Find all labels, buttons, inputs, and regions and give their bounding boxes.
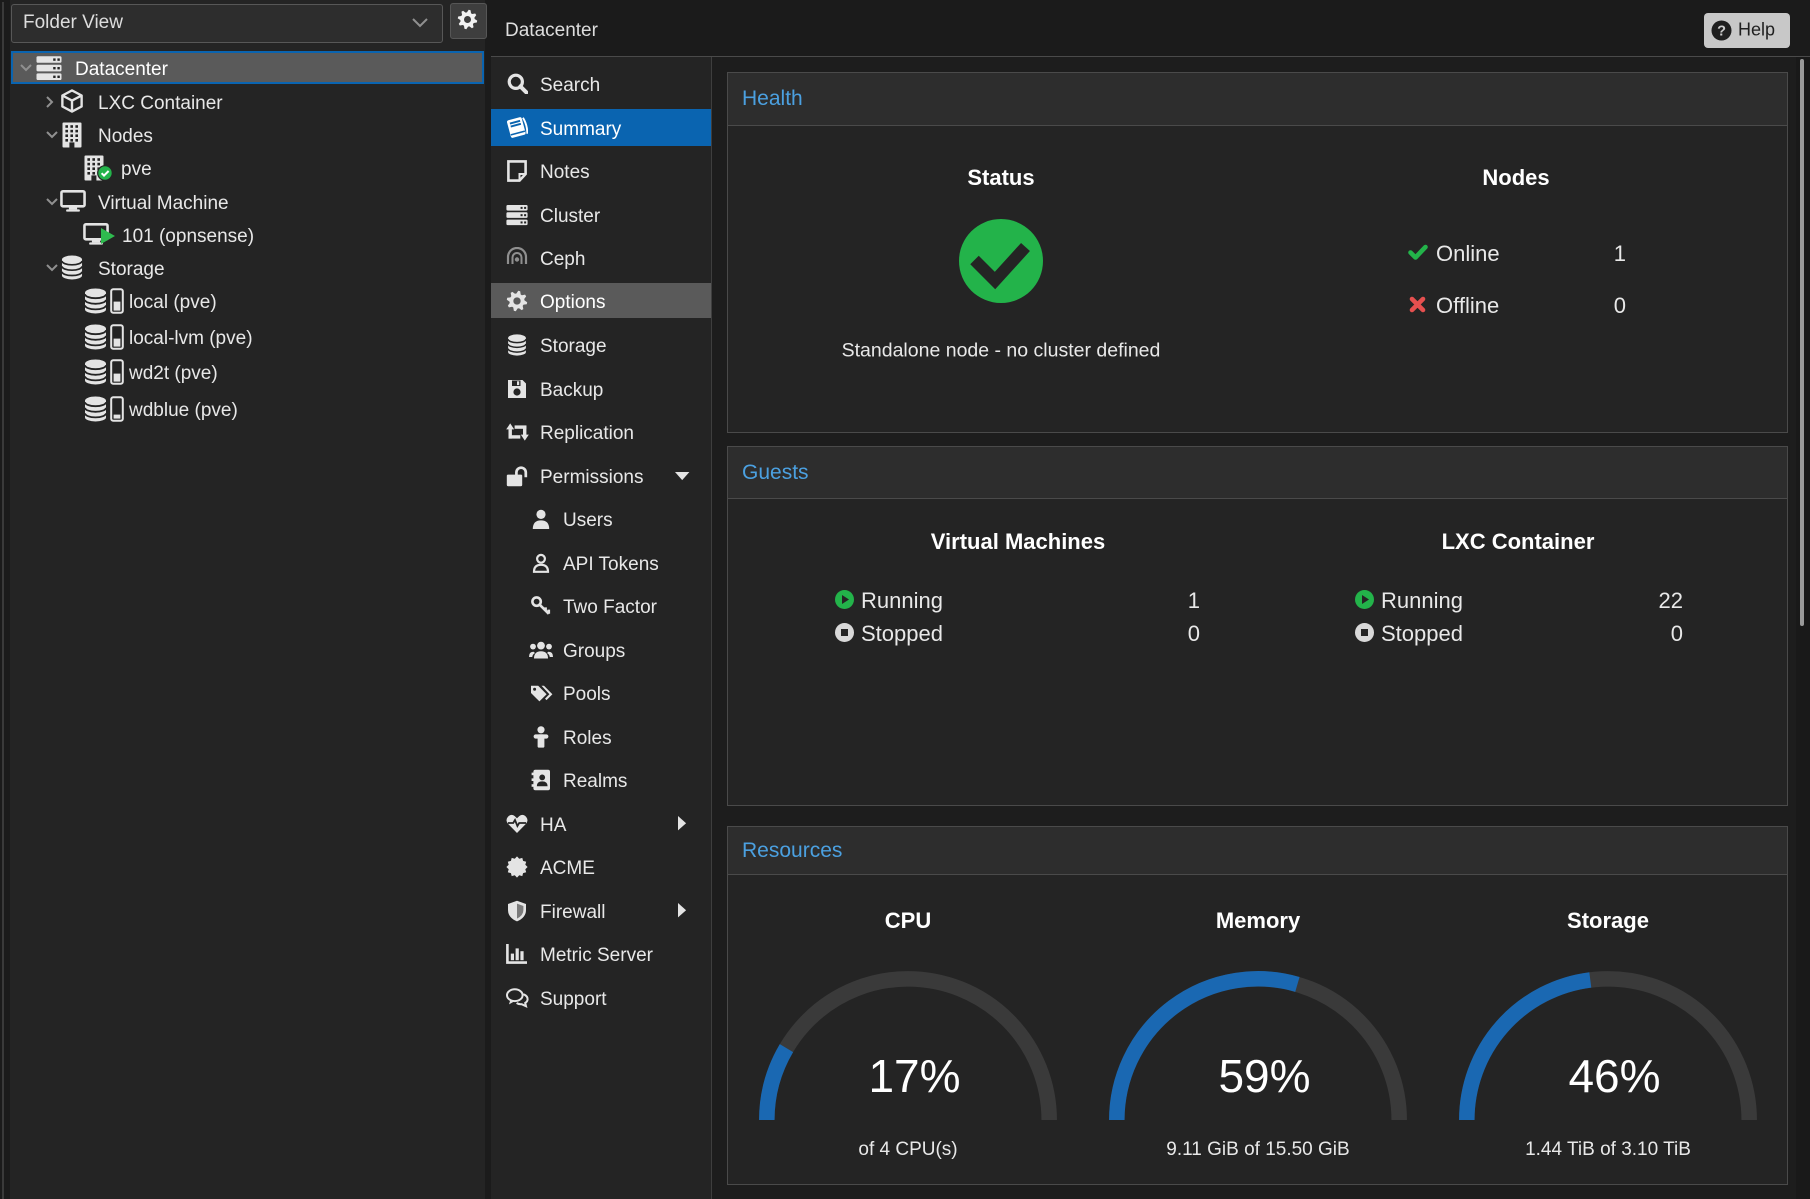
svg-text:?: ? (1717, 23, 1726, 39)
